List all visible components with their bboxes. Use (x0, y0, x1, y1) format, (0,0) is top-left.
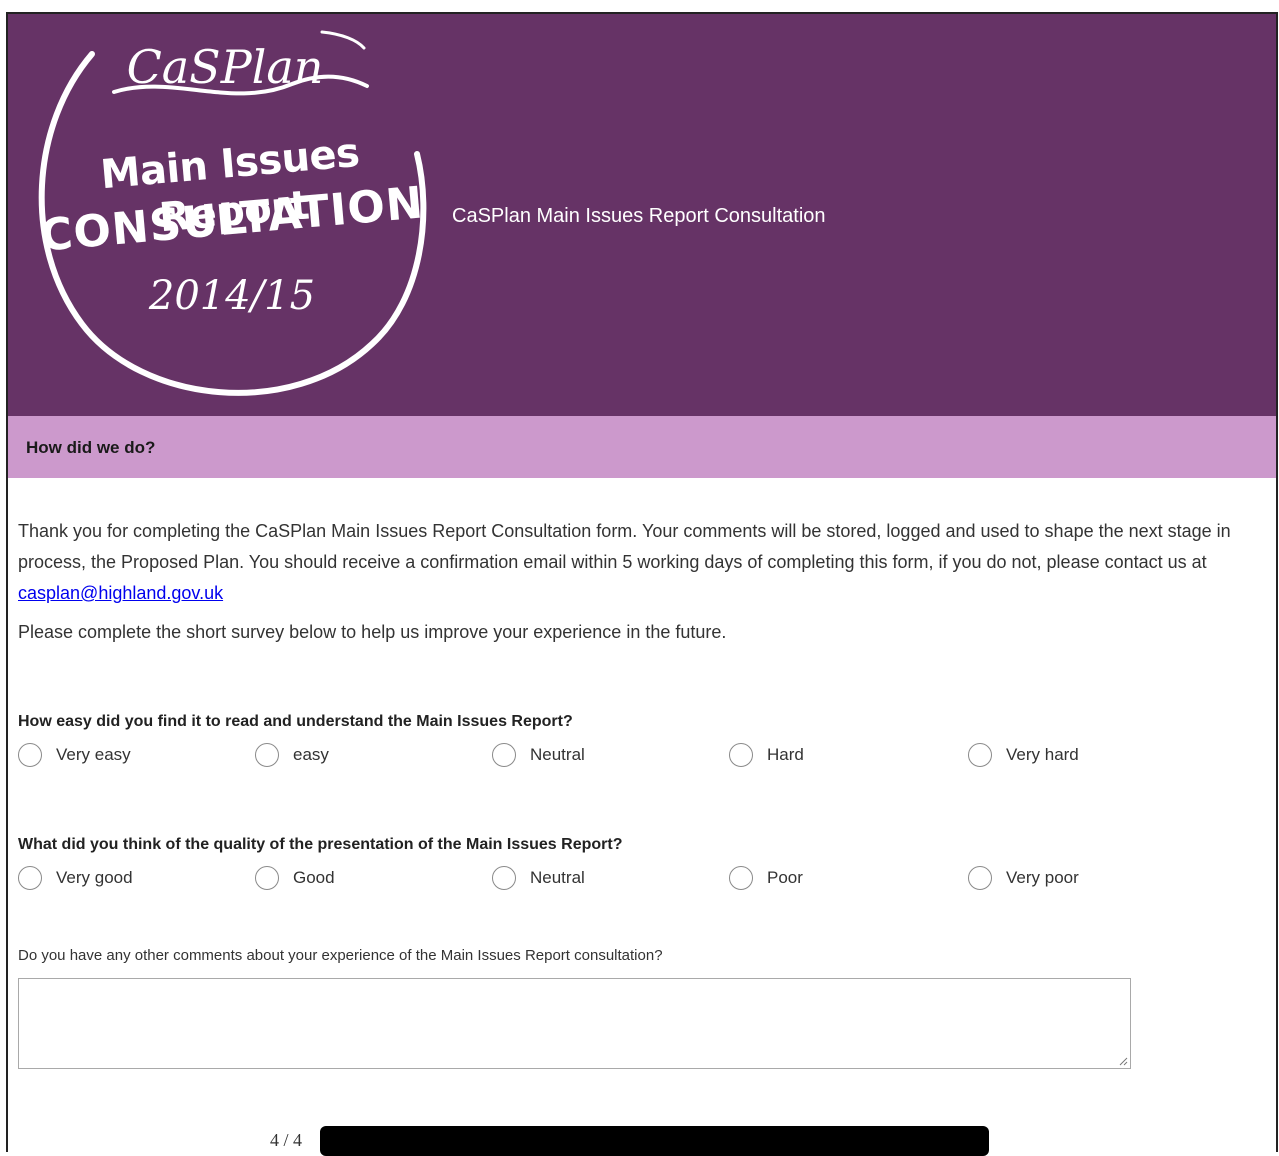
option-neutral-readability[interactable]: Neutral (492, 740, 585, 770)
presentation-options: Very good Good Neutral Poor Very poor (18, 863, 1254, 893)
radio-good[interactable] (255, 866, 279, 890)
header-banner: CaSPlan Main Issues Report CONSULTATION … (8, 14, 1276, 416)
submit-bar[interactable] (320, 1126, 989, 1156)
option-label: Neutral (530, 745, 585, 764)
section-header: How did we do? (8, 416, 1276, 478)
option-very-hard[interactable]: Very hard (968, 740, 1079, 770)
resize-grip-icon[interactable] (1118, 1056, 1128, 1066)
option-neutral-presentation[interactable]: Neutral (492, 863, 585, 893)
intro-text: Thank you for completing the CaSPlan Mai… (18, 521, 1231, 572)
section-title: How did we do? (26, 438, 156, 457)
option-very-good[interactable]: Very good (18, 863, 133, 893)
readability-options: Very easy easy Neutral Hard Very hard (18, 740, 1254, 770)
option-label: Hard (767, 745, 804, 764)
radio-very-poor[interactable] (968, 866, 992, 890)
option-label: Very easy (56, 745, 131, 764)
option-label: Good (293, 868, 335, 887)
page-title: CaSPlan Main Issues Report Consultation (452, 205, 826, 227)
radio-very-good[interactable] (18, 866, 42, 890)
logo-year: 2014/15 (148, 273, 316, 319)
question-readability: How easy did you find it to read and und… (18, 713, 573, 730)
comments-label: Do you have any other comments about you… (18, 947, 663, 964)
casplan-logo: CaSPlan Main Issues Report CONSULTATION … (22, 14, 442, 414)
option-very-poor[interactable]: Very poor (968, 863, 1079, 893)
option-poor[interactable]: Poor (729, 863, 803, 893)
radio-neutral-readability[interactable] (492, 743, 516, 767)
option-label: easy (293, 745, 329, 764)
option-label: Very good (56, 868, 133, 887)
option-hard[interactable]: Hard (729, 740, 804, 770)
radio-neutral-presentation[interactable] (492, 866, 516, 890)
option-good[interactable]: Good (255, 863, 335, 893)
contact-email-link[interactable]: casplan@highland.gov.uk (18, 583, 223, 603)
survey-instructions: Please complete the short survey below t… (18, 622, 727, 642)
intro-paragraph: Thank you for completing the CaSPlan Mai… (18, 516, 1254, 609)
option-easy[interactable]: easy (255, 740, 329, 770)
radio-poor[interactable] (729, 866, 753, 890)
radio-hard[interactable] (729, 743, 753, 767)
comments-textarea[interactable] (18, 978, 1131, 1069)
option-label: Poor (767, 868, 803, 887)
page-count: 4 / 4 (270, 1130, 303, 1150)
radio-very-hard[interactable] (968, 743, 992, 767)
radio-very-easy[interactable] (18, 743, 42, 767)
intro-content: Thank you for completing the CaSPlan Mai… (18, 516, 1254, 648)
question-presentation: What did you think of the quality of the… (18, 836, 623, 853)
option-label: Neutral (530, 868, 585, 887)
radio-easy[interactable] (255, 743, 279, 767)
option-label: Very poor (1006, 868, 1079, 887)
option-very-easy[interactable]: Very easy (18, 740, 131, 770)
option-label: Very hard (1006, 745, 1079, 764)
logo-brand: CaSPlan (126, 40, 324, 94)
